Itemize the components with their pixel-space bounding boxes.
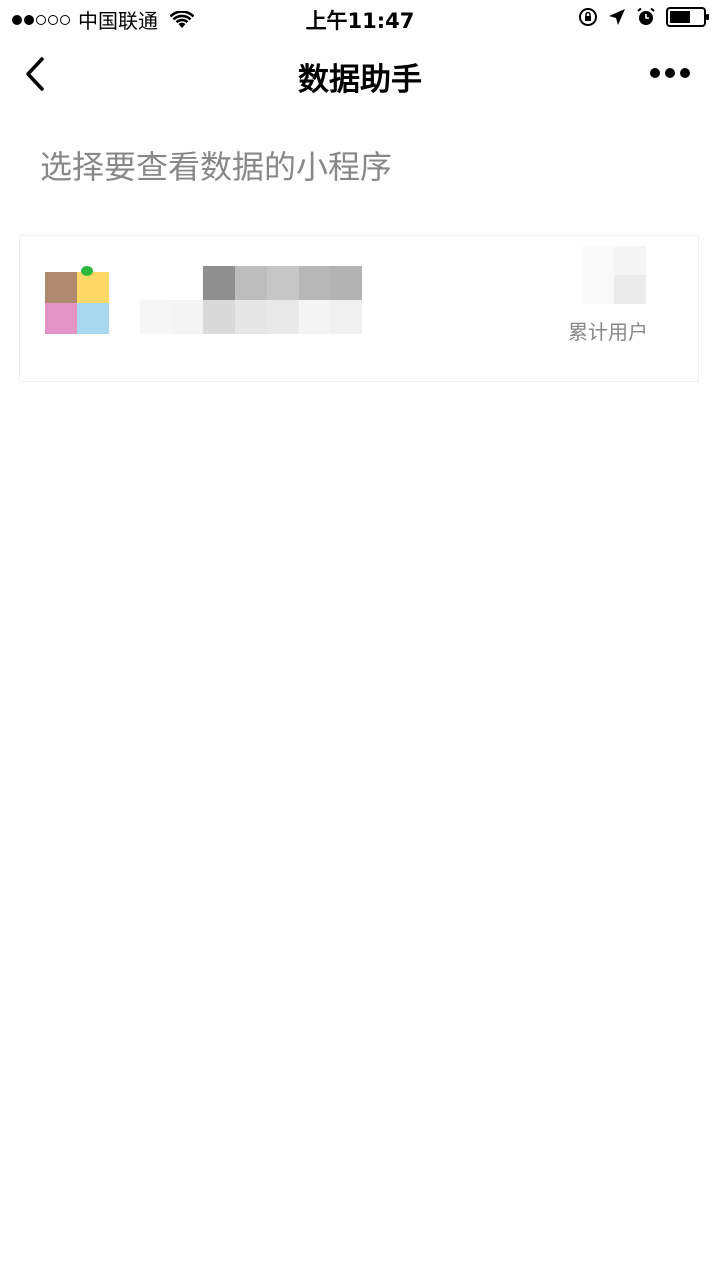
status-bar: 中国联通 上午11:47 [0,0,720,36]
status-right [568,7,710,27]
stat-label: 累计用户 [568,320,648,344]
location-arrow-icon [608,8,626,26]
status-dot [81,266,93,276]
navigation-bar: 数据助手 [0,36,720,110]
blurred-stat-value [582,246,646,304]
page-title: 数据助手 [298,62,422,98]
alarm-icon [636,7,656,27]
battery-icon [666,7,710,27]
mini-program-card[interactable]: 累计用户 [19,235,699,382]
more-button[interactable] [650,64,690,82]
section-subtitle: 选择要查看数据的小程序 [40,148,393,186]
more-dots-icon [650,68,660,78]
orientation-lock-icon [578,7,598,27]
app-icon [45,266,109,334]
blurred-app-name [140,266,362,334]
